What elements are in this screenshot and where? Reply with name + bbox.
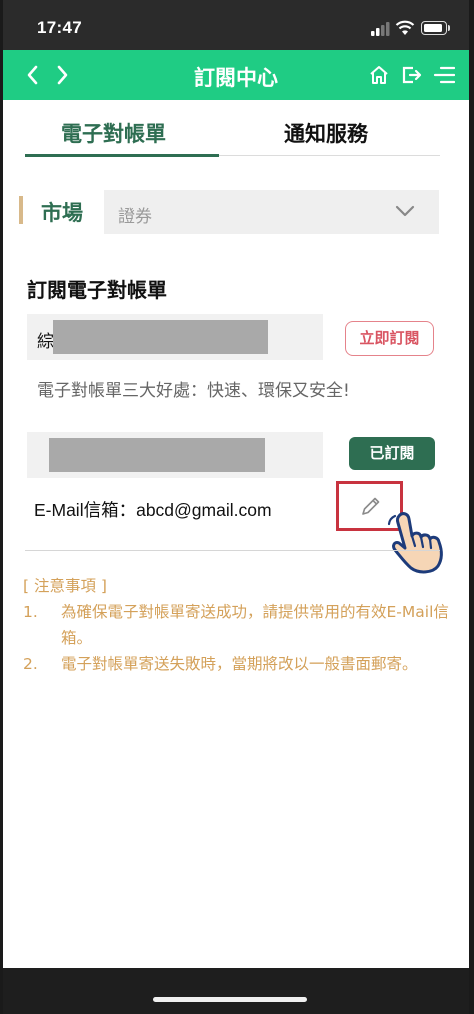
note-text: 電子對帳單寄送失敗時，當期將改以一般書面郵寄。 <box>61 655 418 673</box>
wifi-icon <box>395 20 415 35</box>
account-prefix: 綜 <box>37 332 54 352</box>
battery-icon <box>421 21 450 35</box>
section-divider <box>25 550 440 551</box>
bottom-bar <box>3 968 469 1014</box>
masked-account-number <box>49 438 265 472</box>
status-time: 17:47 <box>37 18 82 37</box>
tab-notification-service[interactable]: 通知服務 <box>284 118 368 148</box>
phone-screen: 17:47 訂閱中心 電子對帳單 通知服務 市場 證券 訂閱電子對帳單 綜 立即… <box>3 0 469 1014</box>
pointing-hand-icon <box>387 512 443 574</box>
active-tab-indicator <box>25 154 219 157</box>
benefit-text: 電子對帳單三大好處：快速、環保又安全! <box>37 381 350 401</box>
notes-heading: [ 注意事項 ] <box>23 577 107 595</box>
market-select[interactable]: 證券 <box>104 190 439 234</box>
logout-icon[interactable] <box>401 65 423 85</box>
account-row-2 <box>27 432 323 478</box>
pencil-icon <box>362 497 380 515</box>
page-title: 訂閱中心 <box>194 66 278 90</box>
main-content: 電子對帳單 通知服務 市場 證券 訂閱電子對帳單 綜 立即訂閱 電子對帳單三大好… <box>3 100 469 968</box>
note-number: 1. <box>23 603 38 621</box>
menu-icon[interactable] <box>431 66 455 84</box>
account-row-1: 綜 <box>27 314 323 360</box>
tab-e-statement[interactable]: 電子對帳單 <box>61 118 166 148</box>
subscribed-button[interactable]: 已訂閱 <box>349 437 435 470</box>
status-bar: 17:47 <box>3 0 469 50</box>
market-accent-bar <box>19 196 23 224</box>
subscribe-now-button[interactable]: 立即訂閱 <box>345 321 434 356</box>
market-label: 市場 <box>41 201 83 225</box>
market-selected-value: 證券 <box>118 207 152 227</box>
note-number: 2. <box>23 655 38 673</box>
note-text: 為確保電子對帳單寄送成功，請提供常用的有效E-Mail信箱。 <box>61 603 449 647</box>
home-indicator[interactable] <box>153 997 307 1002</box>
section-title: 訂閱電子對帳單 <box>27 278 167 302</box>
email-line: E-Mail信箱：abcd@gmail.com <box>34 500 272 520</box>
app-header: 訂閱中心 <box>3 50 469 100</box>
signal-icon <box>371 22 390 36</box>
chevron-down-icon <box>395 205 415 217</box>
home-icon[interactable] <box>369 65 389 85</box>
masked-account-number <box>53 320 268 354</box>
